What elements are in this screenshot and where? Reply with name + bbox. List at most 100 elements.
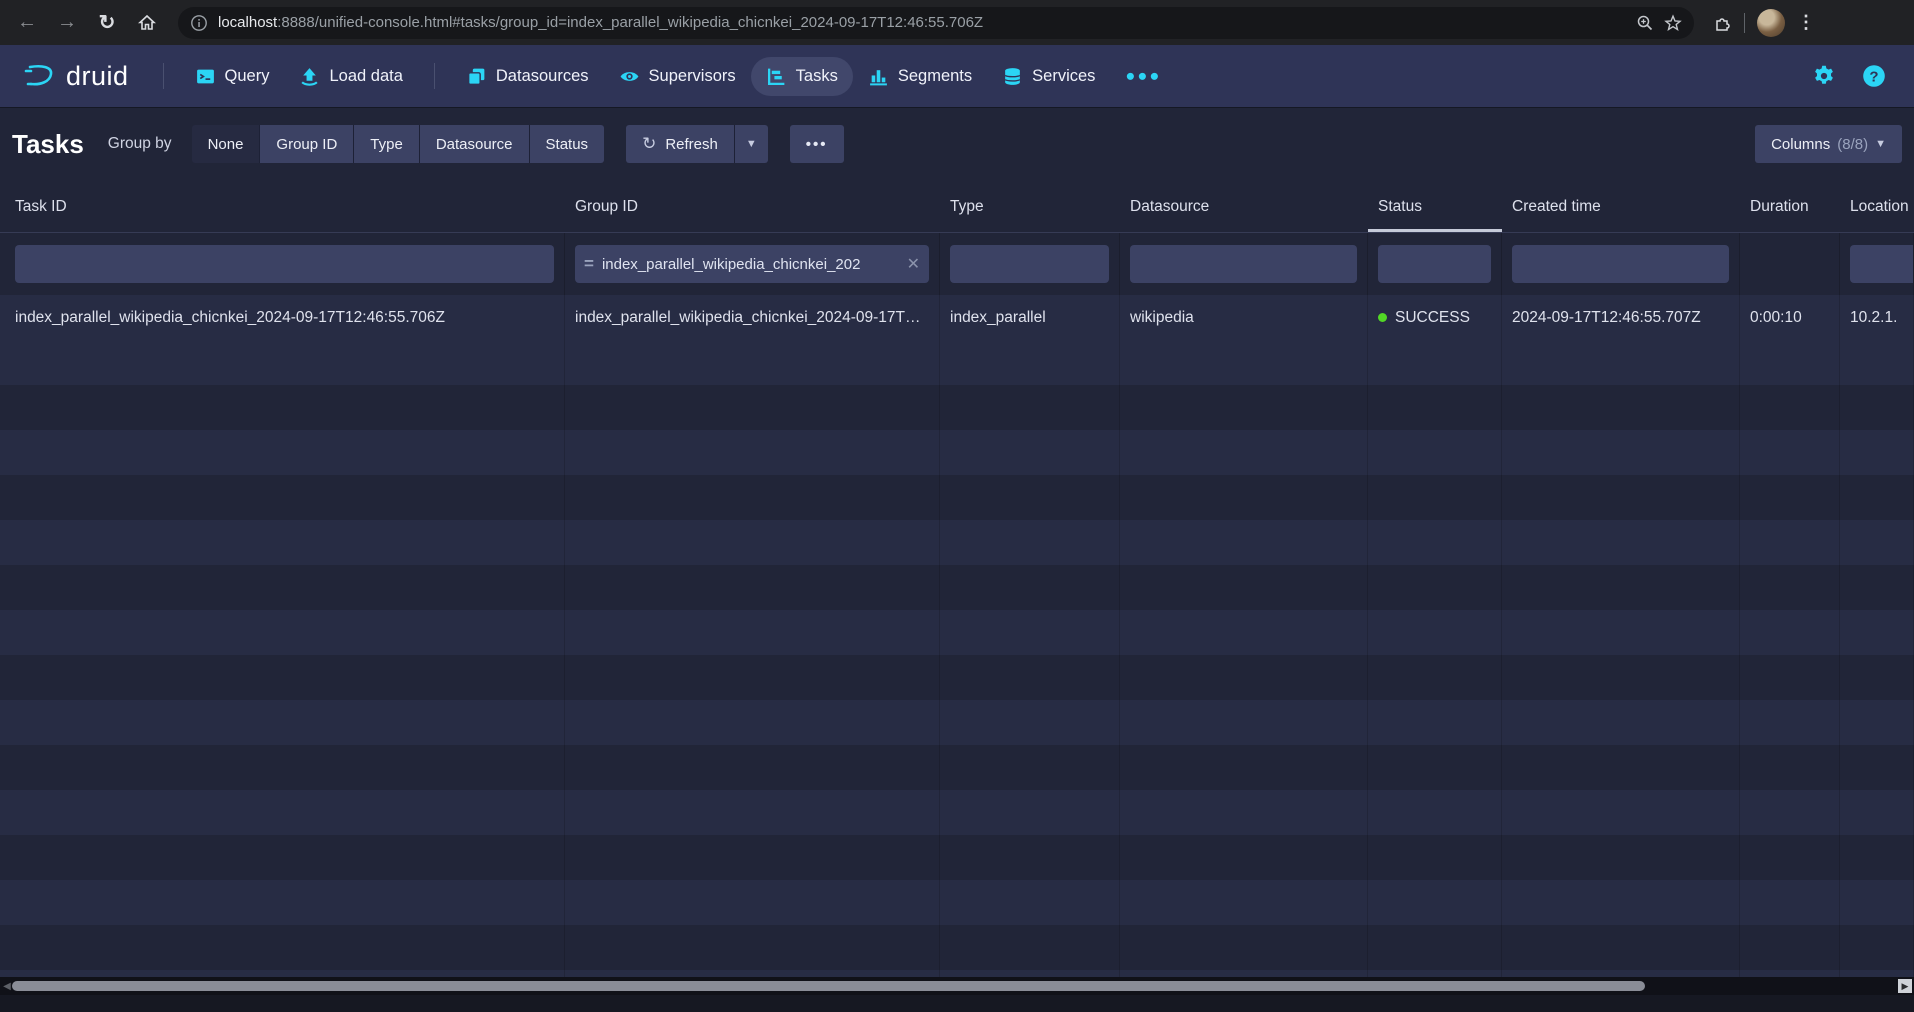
- empty-table-row: [0, 385, 1914, 430]
- nav-item-tasks[interactable]: Tasks: [751, 57, 853, 96]
- refresh-icon: ↻: [642, 134, 656, 154]
- remove-filter-icon[interactable]: ✕: [901, 254, 920, 274]
- filter-input-datasource[interactable]: [1130, 245, 1357, 283]
- nav-item-segments[interactable]: Segments: [853, 57, 987, 96]
- services-icon: [1002, 66, 1023, 87]
- cell-created-time[interactable]: 2024-09-17T12:46:55.707Z: [1502, 295, 1740, 340]
- group-by-segmented-control: None Group ID Type Datasource Status: [192, 125, 605, 163]
- cell-task-id[interactable]: index_parallel_wikipedia_chicnkei_2024-0…: [0, 295, 565, 340]
- empty-table-row: [0, 520, 1914, 565]
- browser-home-icon[interactable]: [130, 6, 164, 40]
- status-success-dot: [1378, 313, 1387, 322]
- filter-input-created-time[interactable]: [1512, 245, 1729, 283]
- url-text: localhost:8888/unified-console.html#task…: [218, 14, 1626, 31]
- columns-button[interactable]: Columns (8/8) ▼: [1755, 125, 1902, 163]
- nav-item-services[interactable]: Services: [987, 57, 1110, 96]
- empty-table-row: [0, 475, 1914, 520]
- page-title: Tasks: [12, 129, 84, 160]
- group-by-none-button[interactable]: None: [192, 125, 260, 163]
- site-info-icon[interactable]: [190, 14, 208, 32]
- url-bar[interactable]: localhost:8888/unified-console.html#task…: [178, 7, 1694, 39]
- cell-group-id[interactable]: index_parallel_wikipedia_chicnkei_2024-0…: [565, 295, 940, 340]
- brand-text: druid: [66, 61, 129, 92]
- refresh-button[interactable]: ↻ Refresh: [626, 125, 734, 163]
- group-by-label: Group by: [108, 135, 172, 153]
- settings-gear-icon[interactable]: [1812, 64, 1836, 88]
- sort-indicator: [1368, 229, 1502, 232]
- empty-table-row: [0, 610, 1914, 655]
- nav-item-supervisors[interactable]: Supervisors: [604, 57, 751, 96]
- cell-datasource[interactable]: wikipedia: [1120, 295, 1368, 340]
- group-by-datasource-button[interactable]: Datasource: [420, 125, 529, 163]
- nav-more-icon[interactable]: ●●●: [1110, 58, 1176, 95]
- browser-toolbar: ← → ↻ localhost:8888/unified-console.htm…: [0, 0, 1914, 45]
- cell-duration[interactable]: 0:00:10: [1740, 295, 1840, 340]
- filter-input-task-id[interactable]: [15, 245, 554, 283]
- table-filter-row: = index_parallel_wikipedia_chicnkei_202 …: [0, 233, 1914, 295]
- filter-input-status[interactable]: [1378, 245, 1491, 283]
- nav-item-load-data[interactable]: Load data: [284, 57, 417, 96]
- group-by-group-id-button[interactable]: Group ID: [260, 125, 353, 163]
- browser-back-icon[interactable]: ←: [10, 6, 44, 40]
- column-header-duration[interactable]: Duration: [1740, 181, 1840, 232]
- druid-logo[interactable]: druid: [22, 61, 129, 92]
- scrollbar-thumb[interactable]: [12, 981, 1645, 991]
- tasks-icon: [766, 66, 787, 87]
- cell-status[interactable]: SUCCESS: [1368, 295, 1502, 340]
- druid-navbar: druid Query Load data Datasources Superv…: [0, 45, 1914, 107]
- empty-table-row: [0, 745, 1914, 790]
- browser-refresh-icon[interactable]: ↻: [90, 6, 124, 40]
- column-header-datasource[interactable]: Datasource: [1120, 181, 1368, 232]
- table-row[interactable]: index_parallel_wikipedia_chicnkei_2024-0…: [0, 295, 1914, 340]
- filter-input-location[interactable]: [1850, 245, 1914, 283]
- empty-table-row: [0, 790, 1914, 835]
- svg-text:?: ?: [1869, 68, 1878, 85]
- group-by-type-button[interactable]: Type: [354, 125, 419, 163]
- empty-table-row: [0, 925, 1914, 970]
- column-header-type[interactable]: Type: [940, 181, 1120, 232]
- extensions-icon[interactable]: [1714, 14, 1732, 32]
- browser-menu-icon[interactable]: ⋮: [1797, 12, 1815, 33]
- divider: [434, 63, 435, 89]
- profile-avatar[interactable]: [1757, 9, 1785, 37]
- empty-table-row: [0, 340, 1914, 385]
- zoom-icon[interactable]: [1636, 14, 1654, 32]
- empty-table-row: [0, 430, 1914, 475]
- filter-input-group-id[interactable]: = index_parallel_wikipedia_chicnkei_202 …: [575, 245, 929, 283]
- eye-icon: [619, 66, 640, 87]
- upload-icon: [299, 66, 320, 87]
- nav-item-datasources[interactable]: Datasources: [451, 57, 604, 96]
- refresh-interval-dropdown[interactable]: ▼: [735, 125, 768, 163]
- query-icon: [195, 66, 216, 87]
- refresh-button-group: ↻ Refresh ▼: [626, 125, 768, 163]
- group-by-status-button[interactable]: Status: [530, 125, 605, 163]
- table-header-row: Task ID Group ID Type Datasource Status …: [0, 181, 1914, 233]
- empty-table-row: [0, 835, 1914, 880]
- bookmark-star-icon[interactable]: [1664, 14, 1682, 32]
- segments-icon: [868, 66, 889, 87]
- window-bottom-edge: [0, 995, 1914, 1012]
- empty-table-row: [0, 565, 1914, 610]
- divider: [163, 63, 164, 89]
- tasks-toolbar: Tasks Group by None Group ID Type Dataso…: [0, 107, 1914, 181]
- nav-item-query[interactable]: Query: [180, 57, 285, 96]
- cell-location[interactable]: 10.2.1.: [1840, 295, 1914, 340]
- druid-logo-icon: [22, 61, 56, 91]
- column-header-group-id[interactable]: Group ID: [565, 181, 940, 232]
- browser-forward-icon[interactable]: →: [50, 6, 84, 40]
- cell-type[interactable]: index_parallel: [940, 295, 1120, 340]
- column-header-task-id[interactable]: Task ID: [0, 181, 565, 232]
- help-icon[interactable]: ?: [1862, 64, 1886, 88]
- empty-rows: [0, 340, 1914, 1012]
- scroll-right-arrow-icon[interactable]: ▶: [1898, 979, 1912, 993]
- datasources-icon: [466, 66, 487, 87]
- column-header-location[interactable]: Location: [1840, 181, 1914, 232]
- more-actions-button[interactable]: •••: [790, 125, 844, 163]
- table-body: index_parallel_wikipedia_chicnkei_2024-0…: [0, 295, 1914, 1012]
- filter-input-type[interactable]: [950, 245, 1109, 283]
- empty-table-row: [0, 655, 1914, 700]
- column-header-status[interactable]: Status: [1368, 181, 1502, 232]
- status-badge: SUCCESS: [1395, 309, 1470, 327]
- column-header-created-time[interactable]: Created time: [1502, 181, 1740, 232]
- horizontal-scrollbar[interactable]: ◀ ▶: [0, 977, 1914, 995]
